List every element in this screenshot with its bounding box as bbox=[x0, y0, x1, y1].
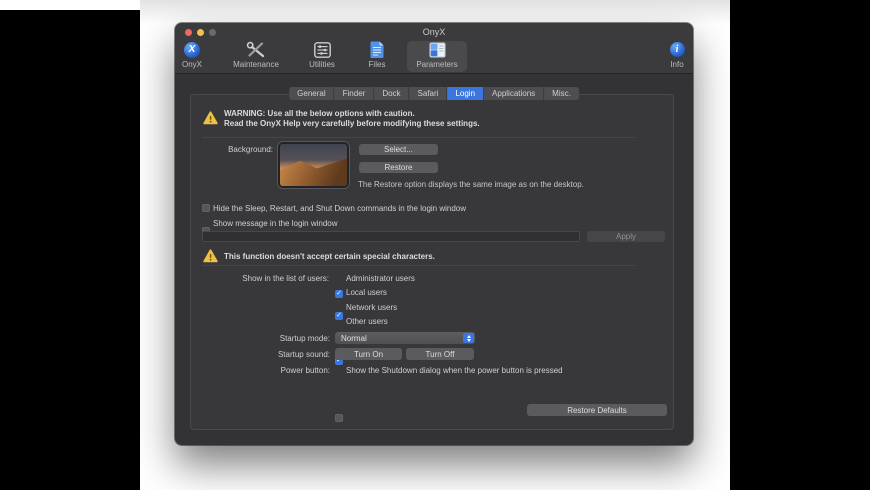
divider bbox=[202, 137, 635, 138]
onyx-window: OnyX X OnyX Maintenance bbox=[175, 23, 693, 445]
startup-mode-value: Normal bbox=[341, 332, 367, 344]
toolbar-item-parameters[interactable]: Parameters bbox=[407, 40, 467, 73]
background-label: Background: bbox=[190, 145, 273, 154]
top-gradient-band bbox=[140, 0, 730, 24]
users-list-label: Show in the list of users: bbox=[190, 274, 329, 283]
show-message-label: Show message in the login window bbox=[213, 219, 338, 228]
tab-finder[interactable]: Finder bbox=[335, 87, 375, 100]
tab-safari[interactable]: Safari bbox=[410, 87, 448, 100]
hide-commands-checkbox[interactable] bbox=[202, 204, 210, 212]
local-users-label: Local users bbox=[346, 288, 387, 297]
onyx-app-icon: X bbox=[162, 40, 222, 59]
login-message-input[interactable] bbox=[202, 231, 580, 242]
tab-dock[interactable]: Dock bbox=[374, 87, 409, 100]
dropdown-stepper-icon bbox=[463, 333, 474, 343]
tab-bar: General Finder Dock Safari Login Applica… bbox=[289, 87, 579, 100]
local-users-checkbox[interactable] bbox=[335, 312, 343, 320]
turn-on-button[interactable]: Turn On bbox=[335, 348, 402, 360]
tab-login[interactable]: Login bbox=[447, 87, 484, 100]
window-title: OnyX bbox=[175, 27, 693, 37]
tab-general[interactable]: General bbox=[289, 87, 334, 100]
info-icon: i bbox=[647, 40, 707, 59]
divider bbox=[202, 265, 635, 266]
power-button-label: Power button: bbox=[240, 366, 330, 375]
startup-mode-select[interactable]: Normal bbox=[335, 332, 475, 344]
tab-misc[interactable]: Misc. bbox=[544, 87, 579, 100]
warning-icon bbox=[203, 111, 218, 127]
shutdown-dialog-label: Show the Shutdown dialog when the power … bbox=[346, 366, 563, 375]
window-chrome: OnyX X OnyX Maintenance bbox=[175, 23, 693, 74]
apply-button[interactable]: Apply bbox=[587, 231, 665, 242]
special-characters-warning: This function doesn't accept certain spe… bbox=[224, 252, 435, 262]
tab-applications[interactable]: Applications bbox=[484, 87, 544, 100]
administrator-users-label: Administrator users bbox=[346, 274, 415, 283]
toolbar-item-maintenance[interactable]: Maintenance bbox=[226, 40, 286, 73]
warning-text: WARNING: Use all the below options with … bbox=[224, 109, 480, 128]
utilities-levels-icon bbox=[292, 40, 352, 59]
toolbar-item-info[interactable]: i Info bbox=[647, 40, 707, 73]
warning-icon bbox=[203, 249, 218, 265]
other-users-label: Other users bbox=[346, 317, 388, 326]
restore-defaults-button[interactable]: Restore Defaults bbox=[527, 404, 667, 416]
shutdown-dialog-checkbox[interactable] bbox=[335, 414, 343, 422]
parameters-panels-icon bbox=[407, 40, 467, 59]
turn-off-button[interactable]: Turn Off bbox=[406, 348, 474, 360]
startup-sound-label: Startup sound: bbox=[240, 350, 330, 359]
restore-button[interactable]: Restore bbox=[359, 162, 438, 173]
page: OnyX X OnyX Maintenance bbox=[0, 0, 870, 490]
network-users-label: Network users bbox=[346, 303, 397, 312]
maintenance-tools-icon bbox=[226, 40, 286, 59]
toolbar-item-files[interactable]: Files bbox=[347, 40, 407, 73]
startup-mode-label: Startup mode: bbox=[240, 334, 330, 343]
background-thumbnail[interactable] bbox=[278, 142, 349, 188]
hide-commands-label: Hide the Sleep, Restart, and Shut Down c… bbox=[213, 204, 466, 213]
toolbar-item-onyx[interactable]: X OnyX bbox=[162, 40, 222, 73]
toolbar-item-utilities[interactable]: Utilities bbox=[292, 40, 352, 73]
left-black-band bbox=[0, 10, 140, 490]
administrator-users-checkbox[interactable] bbox=[335, 290, 343, 298]
select-button[interactable]: Select... bbox=[359, 144, 438, 155]
right-black-band bbox=[730, 0, 870, 490]
restore-note: The Restore option displays the same ima… bbox=[358, 180, 668, 189]
files-document-icon bbox=[347, 40, 407, 59]
